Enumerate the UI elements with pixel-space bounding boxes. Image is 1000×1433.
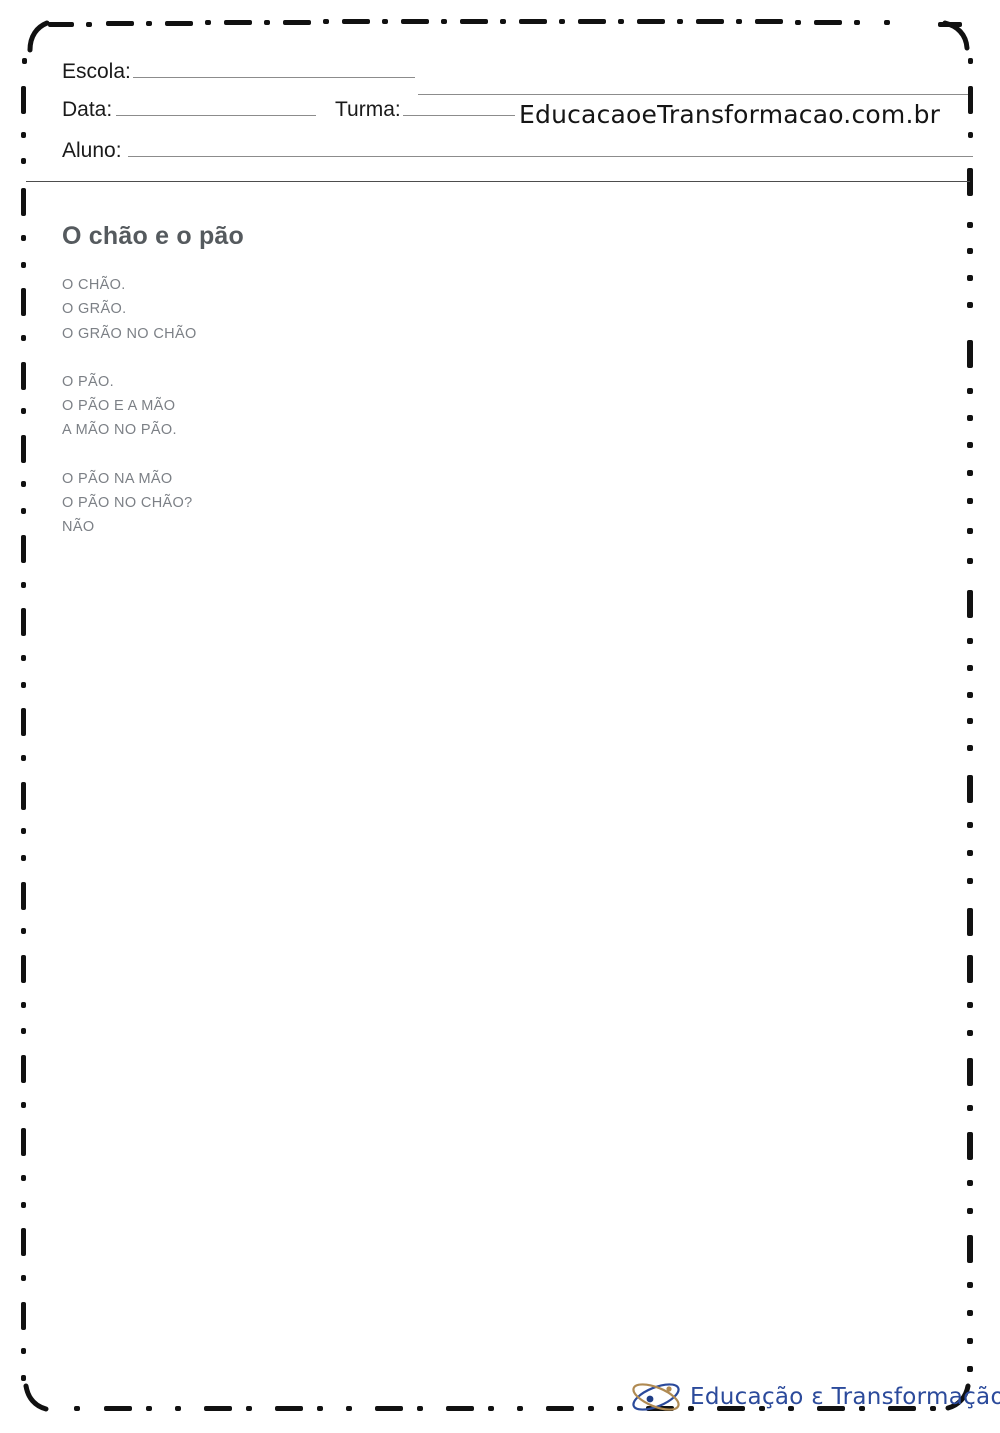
poem-line: O PÃO E A MÃO: [62, 398, 176, 415]
poem-stanza: O PÃO NA MÃO O PÃO NO CHÃO? NÃO: [62, 467, 922, 540]
page-title: O chão e o pão: [62, 222, 244, 250]
aluno-label: Aluno:: [62, 139, 122, 162]
poem-line: A MÃO NO PÃO.: [62, 422, 177, 439]
field-row-escola: Escola:: [62, 60, 415, 90]
poem-stanza: O CHÃO. O GRÃO. O GRÃO NO CHÃO: [62, 273, 922, 346]
poem-line: O PÃO NA MÃO: [62, 470, 173, 487]
worksheet-content: O chão e o pão O CHÃO. O GRÃO. O GRÃO NO…: [62, 222, 922, 564]
field-row-turma: Turma:: [335, 98, 515, 128]
header-divider-rule: [26, 181, 970, 182]
worksheet-page: Escola: Data: Turma: Aluno: EducacaoeTra…: [0, 0, 1000, 1433]
field-row-aluno: Aluno:: [62, 139, 973, 169]
data-label: Data:: [62, 98, 113, 121]
poem-line: O PÃO NO CHÃO?: [62, 495, 193, 512]
poem-line: O PÃO.: [62, 373, 115, 390]
orbit-atom-icon: [632, 1383, 680, 1411]
escola-input-line[interactable]: [132, 60, 415, 78]
poem-line: O GRÃO.: [62, 301, 127, 318]
brand-name: Educação ɛ Transformação: [690, 1384, 1000, 1410]
poem-line: NÃO: [62, 519, 95, 536]
data-input-line[interactable]: [116, 98, 317, 116]
escola-label: Escola:: [62, 60, 131, 83]
turma-label: Turma:: [335, 98, 401, 121]
field-row-data: Data:: [62, 98, 317, 128]
decorative-page-frame: [21, 19, 973, 1412]
poem-line: O CHÃO.: [62, 277, 126, 293]
turma-input-line[interactable]: [402, 98, 515, 116]
poem-line: O GRÃO NO CHÃO: [62, 325, 197, 342]
site-watermark: EducacaoeTransformacao.com.br: [519, 100, 941, 129]
brand-logo: Educação ɛ Transformação: [628, 1374, 1000, 1420]
escola-input-line-continued[interactable]: [418, 77, 968, 95]
poem-stanza: O PÃO. O PÃO E A MÃO A MÃO NO PÃO.: [62, 370, 922, 443]
aluno-input-line[interactable]: [127, 139, 973, 157]
